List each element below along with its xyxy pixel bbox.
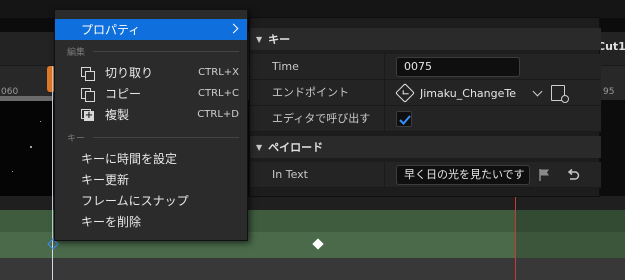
time-label: Time [272,60,299,73]
copy-icon [81,87,95,102]
endpoint-label: エンドポイント [272,86,349,99]
details-panel: ▼ キー Time 0075 エンドポイント Jimaku_ChangeTe エ… [249,17,601,197]
in-text-input[interactable]: 早く日の光を見たいです [396,165,530,185]
time-row: Time 0075 [250,54,601,80]
editor-call-checkbox[interactable] [396,111,412,127]
checkmark-icon [399,115,411,125]
collapse-triangle-icon: ▼ [256,142,263,152]
endpoint-row: エンドポイント Jimaku_ChangeTe [250,80,601,106]
shortcut-label: CTRL+C [198,88,239,99]
end-marker-line [515,196,516,280]
editor-call-label: エディタで呼び出す [272,112,371,125]
editor-call-row: エディタで呼び出す [250,106,601,132]
shortcut-label: CTRL+X [198,67,239,78]
collapse-triangle-icon: ▼ [256,34,263,44]
menu-item-copy[interactable]: コピー CTRL+C [55,83,247,104]
ruler-number-right: 95 [603,87,615,97]
time-input[interactable]: 0075 [396,57,520,77]
menu-section-key: キー [67,131,239,144]
payload-section-header[interactable]: ▼ ペイロード [250,136,601,158]
duplicate-icon [81,108,94,121]
context-menu: プロパティ 編集 切り取り CTRL+X コピー CTRL+C 複製 CTRL+… [54,9,248,241]
in-text-row: In Text 早く日の光を見たいです [250,162,601,188]
localization-flag-icon[interactable] [538,168,552,182]
menu-item-properties[interactable]: プロパティ [55,19,247,40]
key-section-title: キー [268,33,291,46]
cut-icon [81,66,95,81]
chevron-down-icon[interactable] [532,86,543,97]
track-title: Cut1 [597,40,625,53]
submenu-arrow-icon [228,23,239,34]
menu-item-duplicate[interactable]: 複製 CTRL+D [55,104,247,125]
key-section-header[interactable]: ▼ キー [250,28,601,50]
in-text-label: In Text [272,168,308,181]
track-footer [0,258,625,280]
function-endpoint-icon [395,83,415,103]
track-outside-range [516,210,625,258]
menu-item-delete-key[interactable]: キーを削除 [55,211,247,232]
endpoint-value: Jimaku_ChangeTe [420,86,516,100]
menu-item-set-key-time[interactable]: キーに時間を設定 [55,148,247,169]
menu-item-rekey[interactable]: キー更新 [55,169,247,190]
browse-document-icon[interactable] [551,85,569,103]
payload-section-title: ペイロード [268,141,324,154]
menu-section-edit: 編集 [67,45,239,58]
menu-item-snap-to-frame[interactable]: フレームにスナップ [55,190,247,211]
endpoint-dropdown[interactable]: Jimaku_ChangeTe [395,80,569,106]
viewport-preview [0,101,52,196]
shortcut-label: CTRL+D [197,109,239,120]
reset-to-default-icon[interactable] [566,168,580,182]
menu-item-cut[interactable]: 切り取り CTRL+X [55,62,247,83]
